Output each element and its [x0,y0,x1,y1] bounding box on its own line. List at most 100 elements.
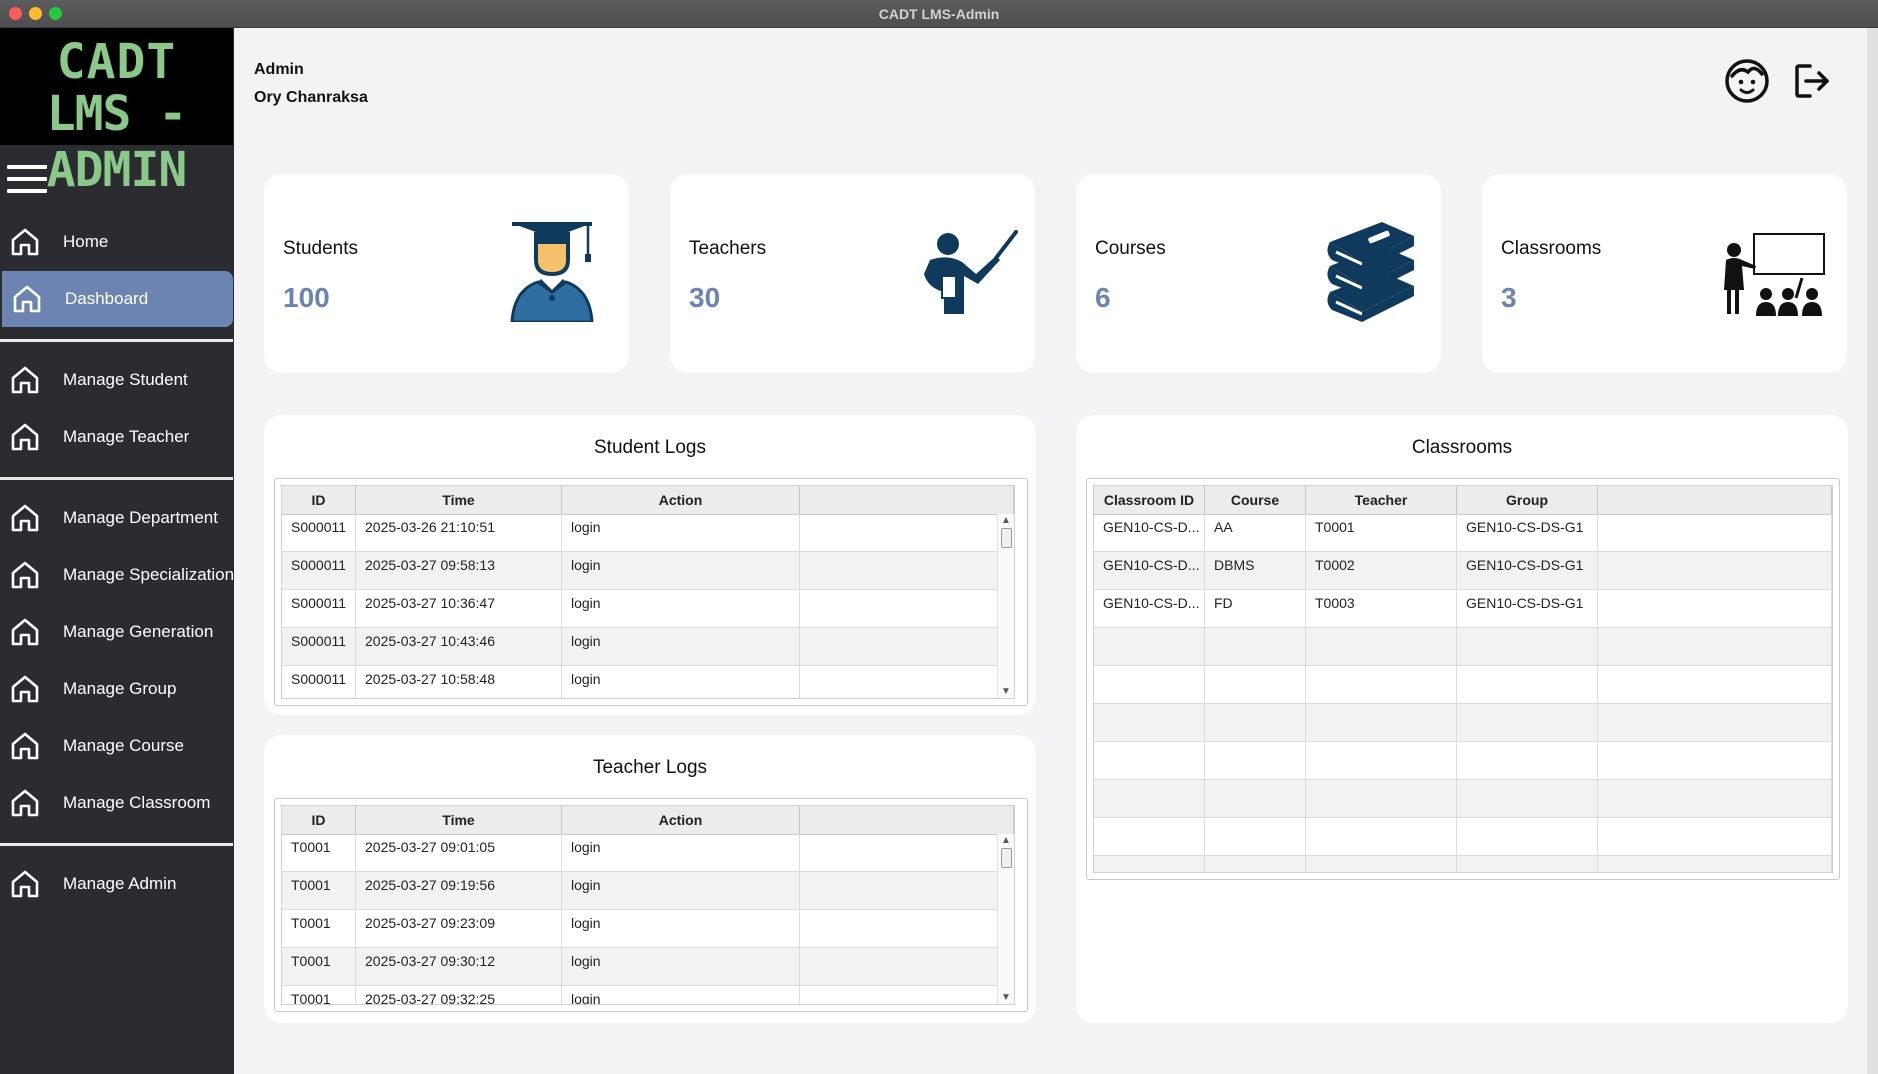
window-scrollbar[interactable] [1867,28,1878,1074]
table-row[interactable]: GEN10-CS-D... FD T0003 GEN10-CS-DS-G1 [1094,590,1832,628]
table-row[interactable]: T0001 2025-03-27 09:23:09 login [282,910,1014,948]
table-cell: T0001 [282,834,356,872]
table-row[interactable] [1094,818,1832,856]
table-row[interactable] [1094,856,1832,872]
table-cell [1094,628,1205,666]
sidebar-item-manage-course[interactable]: Manage Course [0,718,233,774]
sidebar-item-manage-teacher[interactable]: Manage Teacher [0,409,233,465]
table-cell [1457,704,1598,742]
column-header[interactable]: Time [356,486,562,514]
teacher-logs-table[interactable]: ID Time Action T0001 2025-03-27 09:01:05 logi… [281,805,1015,1005]
column-header[interactable]: Classroom ID [1094,486,1205,514]
sidebar-divider [0,477,233,480]
column-header[interactable] [800,486,1014,514]
table-row[interactable]: S000011 2025-03-26 21:10:51 login [282,514,1014,552]
table-cell [800,514,1014,552]
user-face-icon[interactable] [1724,58,1770,104]
sidebar-item-home[interactable]: Home [0,214,233,270]
sidebar-item-manage-department[interactable]: Manage Department [0,490,233,546]
table-row[interactable] [1094,666,1832,704]
table-cell: 2025-03-27 09:01:05 [356,834,562,872]
sidebar-item-dashboard[interactable]: Dashboard [2,271,233,327]
table-row[interactable] [1094,780,1832,818]
student-logs-table[interactable]: ID Time Action S000011 2025-03-26 21:10:51 lo… [281,485,1015,699]
sidebar-item-manage-generation[interactable]: Manage Generation [0,604,233,660]
table-row[interactable]: T0001 2025-03-27 09:30:12 login [282,948,1014,986]
menu-toggle-icon[interactable] [7,165,47,195]
stat-title: Courses [1095,238,1166,259]
table-cell: login [562,514,800,552]
column-header[interactable]: Time [356,806,562,834]
sidebar-item-manage-admin[interactable]: Manage Admin [0,856,233,912]
table-cell [1094,780,1205,818]
user-name: Ory Chanraksa [254,89,368,106]
table-cell [1094,742,1205,780]
table-cell: 2025-03-27 09:19:56 [356,872,562,910]
classrooms-table[interactable]: Classroom ID Course Teacher Group GEN10-CS-D… [1093,485,1833,873]
table-cell [1457,856,1598,872]
sidebar-item-manage-student[interactable]: Manage Student [0,352,233,408]
column-header[interactable]: ID [282,486,356,514]
classrooms-frame: Classroom ID Course Teacher Group GEN10-CS-D… [1086,478,1840,880]
table-scrollbar[interactable]: ▲ ▼ [997,834,1014,1004]
table-row[interactable] [1094,704,1832,742]
scroll-thumb[interactable] [1001,848,1012,868]
table-cell [1598,514,1832,552]
column-header[interactable]: Action [562,486,800,514]
table-cell: 2025-03-27 09:58:13 [356,552,562,590]
table-scrollbar[interactable]: ▲ ▼ [997,514,1014,698]
scroll-down-icon[interactable]: ▼ [1001,992,1011,1003]
scroll-up-icon[interactable]: ▲ [1001,515,1011,526]
table-row[interactable] [1094,742,1832,780]
stat-card-teachers: Teachers 30 [670,174,1035,373]
logout-icon[interactable] [1792,61,1832,101]
table-cell [800,628,1014,666]
table-cell [800,910,1014,948]
student-logs-panel: Student Logs ID Time Action S000011 2025-03-… [264,415,1036,715]
table-row[interactable]: GEN10-CS-D... AA T0001 GEN10-CS-DS-G1 [1094,514,1832,552]
table-cell [1457,780,1598,818]
sidebar-item-manage-group[interactable]: Manage Group [0,661,233,717]
column-header[interactable] [1598,486,1832,514]
scroll-down-icon[interactable]: ▼ [1001,686,1011,697]
table-row[interactable]: GEN10-CS-D... DBMS T0002 GEN10-CS-DS-G1 [1094,552,1832,590]
table-cell [1598,628,1832,666]
table-cell: GEN10-CS-DS-G1 [1457,552,1598,590]
table-cell: 2025-03-27 10:58:48 [356,666,562,698]
table-cell [1457,818,1598,856]
column-header[interactable]: Teacher [1306,486,1457,514]
table-row[interactable]: T0001 2025-03-27 09:19:56 login [282,872,1014,910]
column-header[interactable]: Course [1205,486,1306,514]
table-row[interactable]: S000011 2025-03-27 10:36:47 login [282,590,1014,628]
table-cell [1094,856,1205,872]
table-row[interactable] [1094,628,1832,666]
teacher-logs-panel: Teacher Logs ID Time Action T0001 2025-03-27… [264,735,1036,1023]
column-header[interactable] [800,806,1014,834]
window-title-bar: CADT LMS-Admin [0,0,1878,28]
scroll-up-icon[interactable]: ▲ [1001,835,1011,846]
table-cell [1094,666,1205,704]
column-header[interactable]: ID [282,806,356,834]
stat-count: 100 [283,282,330,313]
table-row[interactable]: T0001 2025-03-27 09:01:05 login [282,834,1014,872]
table-cell: T0001 [282,872,356,910]
sidebar-item-label: Manage Classroom [63,793,211,812]
table-row[interactable]: S000011 2025-03-27 09:58:13 login [282,552,1014,590]
table-header: ID Time Action [282,806,1014,835]
column-header[interactable]: Action [562,806,800,834]
home-icon [10,617,40,647]
table-row[interactable]: T0001 2025-03-27 09:32:25 login [282,986,1014,1004]
stat-card-courses: Courses 6 [1076,174,1441,373]
table-cell: AA [1205,514,1306,552]
scroll-thumb[interactable] [1001,528,1012,548]
table-cell: login [562,590,800,628]
table-row[interactable]: S000011 2025-03-27 10:43:46 login [282,628,1014,666]
sidebar-item-label: Manage Admin [63,874,177,893]
table-cell [1457,666,1598,704]
logo-line-1: CADT [56,34,177,90]
column-header[interactable]: Group [1457,486,1598,514]
table-cell [1598,856,1832,872]
table-row[interactable]: S000011 2025-03-27 10:58:48 login [282,666,1014,698]
sidebar-item-manage-classroom[interactable]: Manage Classroom [0,775,233,831]
sidebar-item-manage-specialization[interactable]: Manage Specialization [0,547,234,603]
